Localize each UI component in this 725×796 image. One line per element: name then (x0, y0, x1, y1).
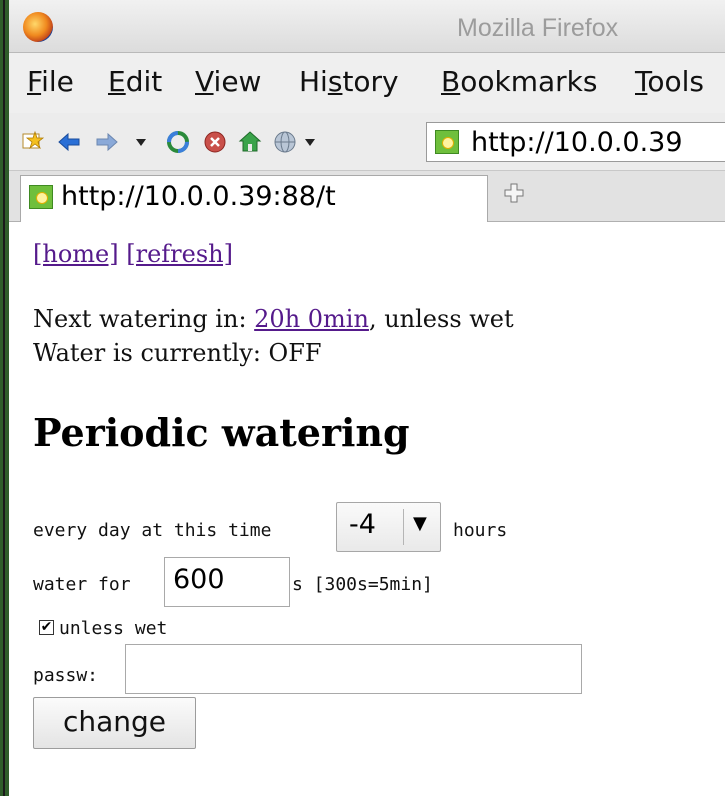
menu-tools-rest: ools (647, 65, 704, 98)
menu-file-mnemonic: F (27, 65, 42, 98)
menu-tools-mnemonic: T (635, 65, 648, 98)
menu-edit[interactable]: Edit (108, 65, 162, 98)
menu-tools[interactable]: Tools (635, 65, 704, 98)
history-dropdown-glyph (136, 139, 146, 146)
next-watering-suffix: , unless wet (368, 305, 514, 333)
menu-view-rest: iew (213, 65, 262, 98)
menu-history-rest: tory (342, 65, 399, 98)
stop-glyph (204, 131, 226, 153)
tab-label: http://10.0.0.39:88/t (61, 181, 336, 212)
menu-history-mnemonic: s (327, 65, 343, 98)
menu-view-mnemonic: V (195, 65, 214, 98)
every-day-label: every day at this time (33, 520, 272, 541)
menu-edit-rest: dit (125, 65, 163, 98)
next-watering-line: Next watering in: 20h 0min, unless wet (33, 302, 514, 336)
url-text: http://10.0.0.39 (471, 127, 683, 158)
home-link[interactable]: [home] (33, 240, 119, 268)
hours-unit-label: hours (453, 520, 508, 541)
hours-select[interactable]: -4 ▼ (336, 502, 441, 552)
page-content: [home] [refresh] Next watering in: 20h 0… (9, 222, 725, 796)
reload-glyph (167, 131, 189, 153)
next-watering-link[interactable]: 20h 0min (254, 305, 369, 333)
tab-bar: http://10.0.0.39:88/t (9, 171, 725, 222)
back-arrow-glyph (58, 132, 80, 152)
title-bar: Mozilla Firefox (9, 0, 725, 53)
tab-favicon-icon (29, 185, 53, 209)
home-glyph (238, 131, 262, 152)
navigation-toolbar: http://10.0.0.39 (9, 113, 725, 171)
hours-select-divider (403, 509, 404, 545)
history-dropdown-icon[interactable] (129, 130, 153, 154)
menu-history[interactable]: History (299, 65, 399, 98)
menu-bookmarks-mnemonic: B (441, 65, 461, 98)
bookmark-star-icon[interactable] (21, 130, 45, 154)
globe-dropdown-glyph (305, 139, 315, 146)
tab-active[interactable]: http://10.0.0.39:88/t (20, 175, 488, 222)
reload-icon[interactable] (166, 130, 190, 154)
window-border-line (3, 0, 5, 796)
left-window-edge (0, 0, 9, 796)
nav-links: [home] [refresh] (33, 240, 233, 268)
duration-input[interactable]: 600 (164, 557, 290, 607)
menu-edit-mnemonic: E (108, 65, 126, 98)
chevron-down-icon[interactable]: ▼ (413, 513, 427, 534)
globe-dropdown-icon[interactable] (298, 130, 322, 154)
refresh-link[interactable]: [refresh] (126, 240, 233, 268)
forward-arrow-glyph (96, 132, 118, 152)
home-icon[interactable] (238, 130, 262, 154)
password-label: passw: (33, 665, 99, 686)
browser-window: Mozilla Firefox File Edit View History B… (9, 0, 725, 796)
globe-icon[interactable] (273, 130, 297, 154)
stop-icon[interactable] (203, 130, 227, 154)
menu-history-prefix: Hi (299, 65, 328, 98)
new-tab-icon[interactable] (503, 182, 525, 210)
water-status-line: Water is currently: OFF (33, 339, 322, 367)
menu-bar: File Edit View History Bookmarks Tools (9, 53, 725, 113)
forward-arrow-icon[interactable] (95, 130, 119, 154)
password-input[interactable] (125, 644, 582, 694)
firefox-logo-icon[interactable] (23, 12, 53, 42)
hours-select-value: -4 (349, 509, 376, 540)
menu-file[interactable]: File (27, 65, 74, 98)
menu-bookmarks[interactable]: Bookmarks (441, 65, 597, 98)
change-button[interactable]: change (33, 697, 196, 749)
unless-wet-checkbox[interactable]: ✔ (39, 620, 54, 635)
menu-bookmarks-rest: ookmarks (460, 65, 598, 98)
site-favicon-icon (435, 130, 459, 154)
next-watering-label: Next watering in: (33, 305, 255, 333)
url-bar[interactable]: http://10.0.0.39 (426, 122, 725, 162)
menu-view[interactable]: View (195, 65, 261, 98)
bookmark-star-glyph (22, 130, 45, 150)
back-arrow-icon[interactable] (57, 130, 81, 154)
duration-unit-label: s [300s=5min] (292, 574, 433, 595)
globe-glyph (274, 131, 296, 153)
watering-status: Next watering in: 20h 0min, unless wet W… (33, 302, 514, 370)
water-for-label: water for (33, 574, 131, 595)
menu-file-rest: ile (41, 65, 74, 98)
page-heading: Periodic watering (33, 410, 410, 455)
new-tab-glyph (504, 183, 524, 203)
unless-wet-label: unless wet (59, 618, 168, 639)
window-title: Mozilla Firefox (457, 14, 619, 42)
